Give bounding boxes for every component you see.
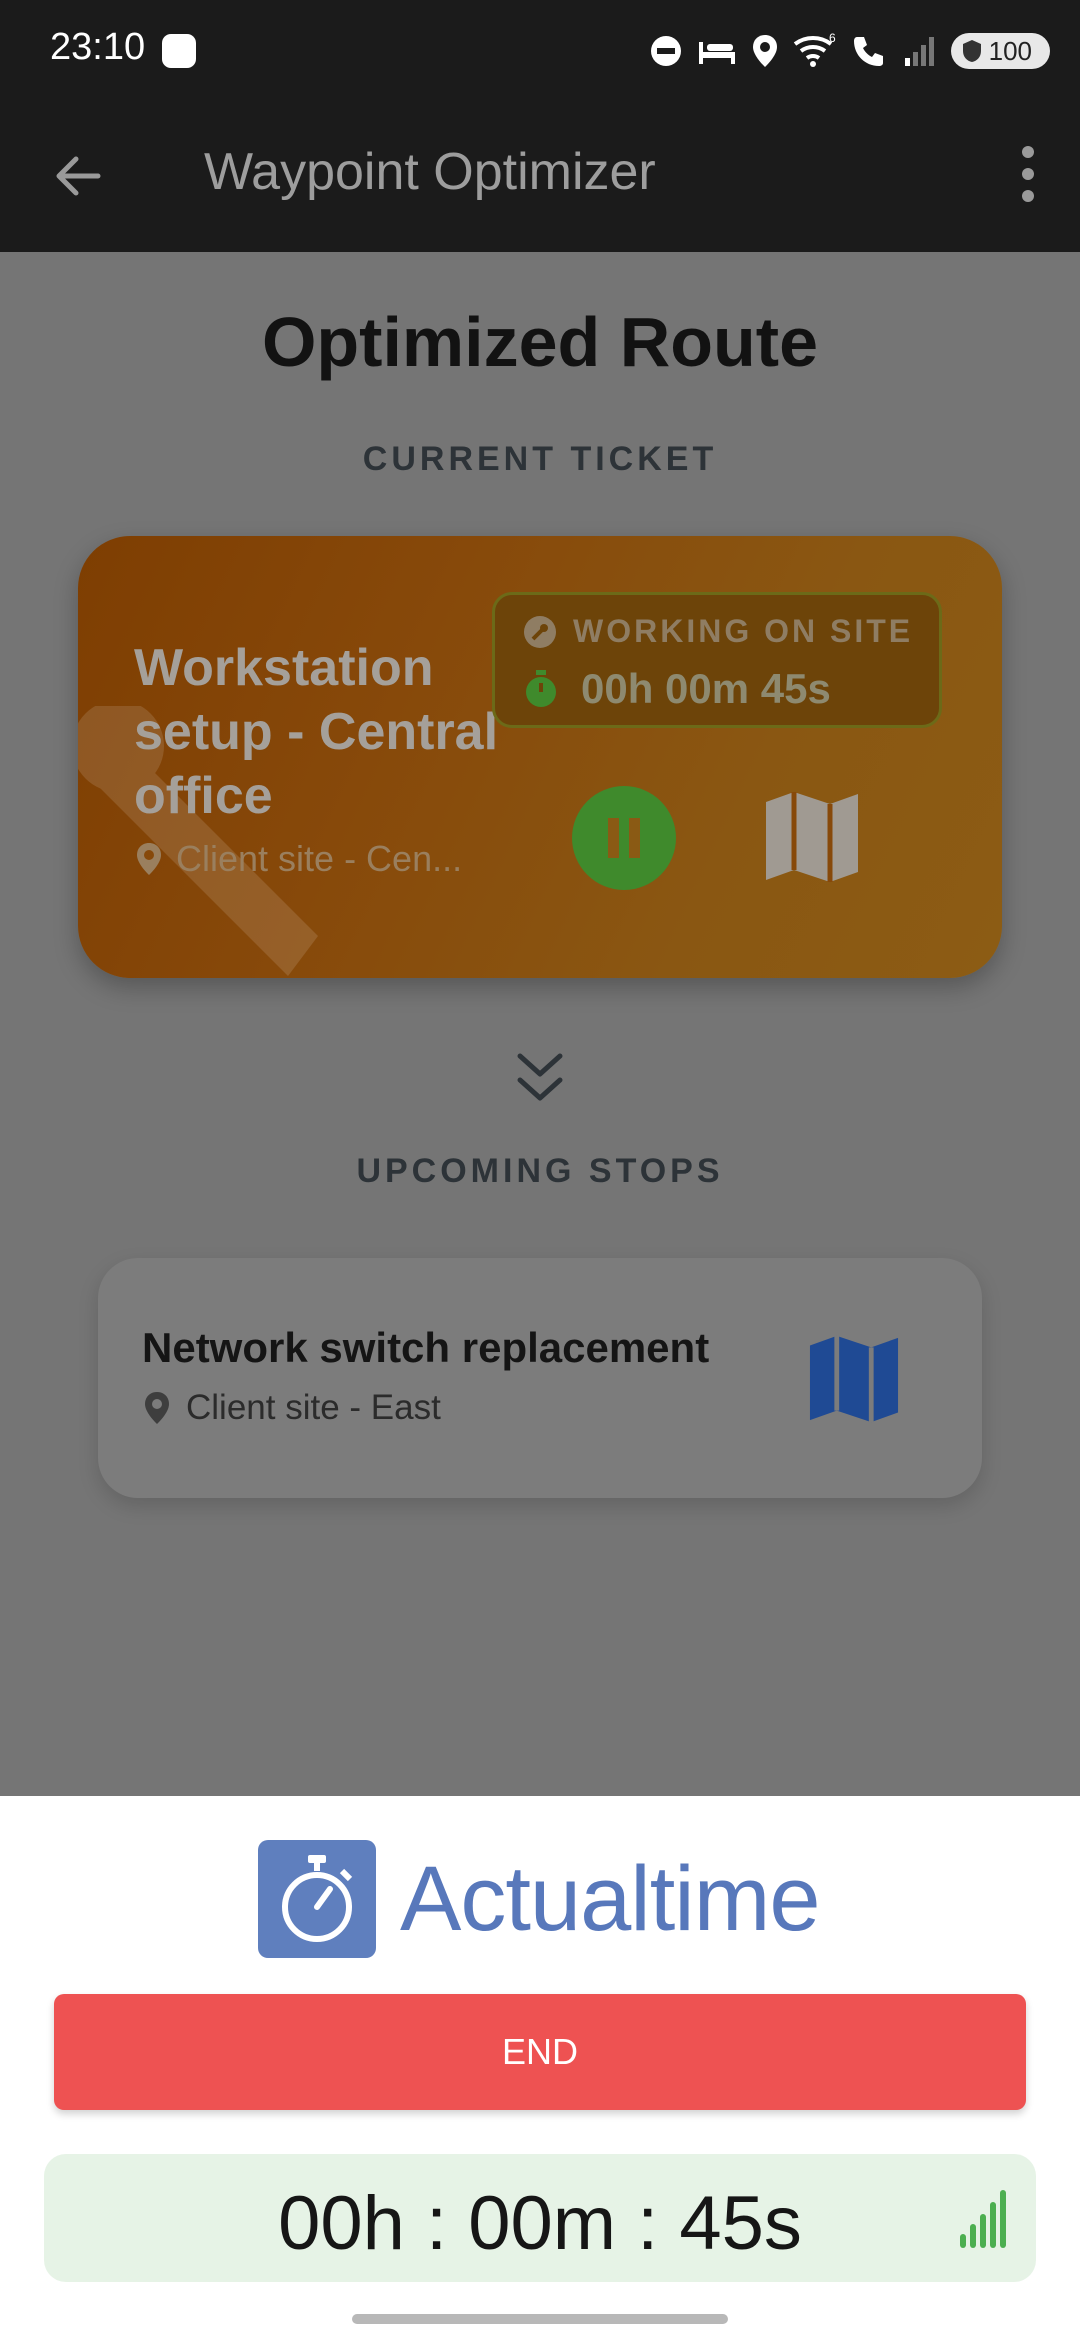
location-icon xyxy=(752,35,777,67)
signal-strength-icon xyxy=(960,2190,1006,2248)
map-button[interactable] xyxy=(762,790,862,889)
app-bar: Waypoint Optimizer xyxy=(0,100,1080,252)
app-title: Waypoint Optimizer xyxy=(204,143,656,201)
elapsed-time: 00h 00m 45s xyxy=(581,665,831,712)
wifi-icon: 6 xyxy=(793,32,836,67)
home-indicator[interactable] xyxy=(352,2314,728,2324)
more-options-button[interactable] xyxy=(998,140,1058,212)
brand-name: Actualtime xyxy=(400,1847,820,1950)
location-pin-icon xyxy=(137,843,161,875)
brand-logo xyxy=(258,1840,376,1958)
battery-level: 100 xyxy=(988,35,1032,66)
back-button[interactable] xyxy=(48,146,108,206)
ticket-location-text: Client site - Cen... xyxy=(176,838,463,879)
status-time: 23:10 xyxy=(50,26,146,68)
upcoming-stop-location: Client site - East xyxy=(142,1388,441,1428)
more-vert-icon xyxy=(1022,146,1034,202)
shield-icon xyxy=(962,40,981,62)
signal-icon xyxy=(904,37,934,66)
upcoming-map-button[interactable] xyxy=(806,1334,902,1429)
map-icon xyxy=(809,1335,899,1423)
timer-bottom-sheet: Actualtime END 00h : 00m : 45s xyxy=(0,1796,1080,2340)
wifi-calling-icon xyxy=(853,37,883,66)
battery-indicator: 100 xyxy=(950,33,1050,69)
upcoming-stops-label: UPCOMING STOPS xyxy=(356,1152,724,1190)
timer-value: 00h : 00m : 45s xyxy=(278,2181,802,2266)
stopwatch-icon xyxy=(526,670,556,707)
dnd-icon xyxy=(650,36,681,66)
current-ticket-label: CURRENT TICKET xyxy=(362,440,718,478)
timer-display: 00h : 00m : 45s xyxy=(44,2154,1036,2282)
working-status-badge: WORKING ON SITE 00h 00m 45s xyxy=(492,592,942,728)
route-content: Optimized Route CURRENT TICKET Workstati… xyxy=(0,252,1080,1796)
status-icons: 6 100 xyxy=(649,26,1050,76)
svg-text:6: 6 xyxy=(829,32,836,45)
map-icon xyxy=(766,792,858,882)
pause-icon xyxy=(608,818,640,858)
bed-icon xyxy=(698,42,735,64)
arrow-left-icon xyxy=(56,156,101,196)
status-bar: 23:10 6 100 xyxy=(0,0,1080,100)
upcoming-stop-card[interactable]: Network switch replacement Client site -… xyxy=(98,1258,982,1498)
brand-header: Actualtime xyxy=(258,1840,820,1958)
end-button[interactable]: END xyxy=(54,1994,1026,2110)
pause-button[interactable] xyxy=(572,786,676,890)
status-label: WORKING ON SITE xyxy=(573,613,914,649)
stopwatch-icon xyxy=(282,1855,353,1942)
location-pin-icon xyxy=(145,1392,169,1424)
page-title: Optimized Route xyxy=(261,303,819,381)
upcoming-stop-title: Network switch replacement xyxy=(142,1324,710,1371)
ticket-location: Client site - Cen... xyxy=(134,838,462,880)
current-ticket-card[interactable]: Workstation setup - Central office Clien… xyxy=(78,536,1002,978)
chevron-double-down-icon xyxy=(517,1053,563,1101)
wrench-circle-icon xyxy=(524,615,556,648)
upcoming-stop-location-text: Client site - East xyxy=(186,1388,441,1427)
notification-icon xyxy=(162,34,196,68)
